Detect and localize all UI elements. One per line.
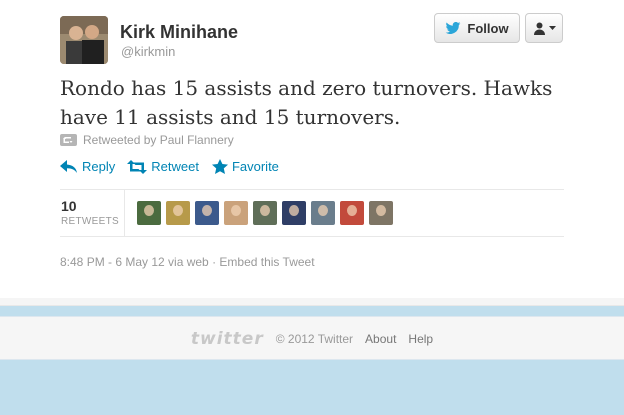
reply-label: Reply [82,159,116,174]
avatar-photo [60,16,108,64]
tweet-meta: 8:48 PM - 6 May 12 via web · Embed this … [60,255,315,269]
retweeter-avatar[interactable] [340,201,364,225]
retweet-badge-icon [60,134,77,146]
retweeter-avatar[interactable] [369,201,393,225]
embed-tweet-link[interactable]: Embed this Tweet [219,255,314,269]
tweet-card: Kirk Minihane @kirkmin Follow Rondo has … [0,0,624,298]
retweeter-avatar[interactable] [282,201,306,225]
timestamp-link[interactable]: 8:48 PM - 6 May 12 via web [60,255,209,269]
twitter-logo[interactable]: twitter [191,329,264,349]
author-handle[interactable]: @kirkmin [121,44,175,59]
retweeter-avatar[interactable] [253,201,277,225]
retweeter-avatar[interactable] [224,201,248,225]
person-icon [533,22,545,35]
copyright-text: © 2012 Twitter [275,332,354,346]
stats-bottom-divider [60,236,564,237]
favorite-label: Favorite [231,159,279,174]
tweet-text: Rondo has 15 assists and zero turnovers.… [60,76,553,129]
stats-top-divider [60,189,564,190]
follow-button[interactable]: Follow [434,13,520,43]
tweet-actions: Reply Retweet Favorite [60,159,279,174]
twitter-bird-icon [446,22,461,34]
retweet-icon [127,159,148,174]
page-footer: twitter © 2012 Twitter About Help [0,316,624,360]
chevron-down-icon [548,26,556,30]
retweet-action[interactable]: Retweet [127,159,199,174]
retweeter-avatar[interactable] [166,201,190,225]
author-name[interactable]: Kirk Minihane [120,22,238,43]
retweeted-by: Retweeted by Paul Flannery [60,133,234,147]
retweeter-avatars [137,201,393,225]
reply-icon [60,159,77,173]
retweeter-avatar[interactable] [195,201,219,225]
retweet-label: Retweet [151,159,199,174]
stats-vertical-divider [124,189,125,236]
card-bottom-gap [0,298,624,306]
meta-separator: · [208,255,220,269]
author-avatar[interactable] [60,16,108,64]
star-icon [211,159,228,174]
favorite-action[interactable]: Favorite [211,159,279,174]
reply-action[interactable]: Reply [60,159,115,174]
retweeter-avatar[interactable] [311,201,335,225]
follow-label: Follow [467,20,509,36]
retweet-count-label[interactable]: RETWEETS [61,216,119,227]
user-actions-button[interactable] [525,13,563,43]
retweeted-by-text[interactable]: Retweeted by Paul Flannery [83,133,234,147]
help-link[interactable]: Help [408,332,433,346]
retweet-count[interactable]: 10 [61,198,77,214]
about-link[interactable]: About [365,332,396,346]
retweeter-avatar[interactable] [137,201,161,225]
